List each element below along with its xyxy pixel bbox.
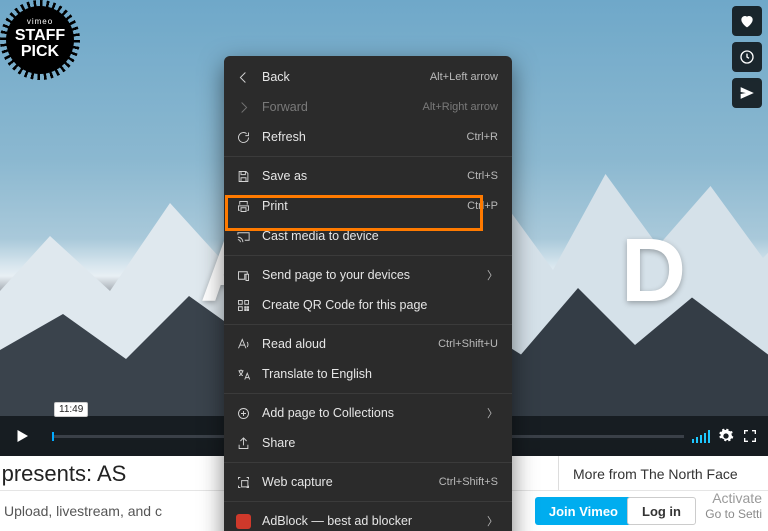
play-button[interactable] [0, 416, 44, 456]
menu-label: AdBlock — best ad blocker [262, 514, 487, 528]
join-vimeo-button[interactable]: Join Vimeo [535, 497, 632, 525]
menu-label: Add page to Collections [262, 406, 487, 420]
share-icon [236, 436, 251, 451]
read-aloud-icon [236, 337, 251, 352]
watch-later-button[interactable] [732, 42, 762, 72]
adblock-icon [236, 514, 251, 529]
menu-separator [224, 501, 512, 502]
video-title-text: ace presents: AS [0, 461, 126, 487]
menu-adblock[interactable]: AdBlock — best ad blocker 〉 [224, 506, 512, 531]
chevron-right-icon: 〉 [487, 513, 498, 529]
menu-shortcut: Ctrl+S [467, 170, 498, 182]
time-tooltip: 11:49 [54, 402, 88, 417]
play-icon [13, 427, 31, 445]
back-icon [236, 70, 251, 85]
badge-top-text: vimeo [15, 18, 65, 26]
menu-refresh[interactable]: Refresh Ctrl+R [224, 122, 512, 152]
menu-print[interactable]: Print Ctrl+P [224, 191, 512, 221]
chevron-right-icon: 〉 [487, 267, 498, 283]
menu-send-page[interactable]: Send page to your devices 〉 [224, 260, 512, 290]
badge-mid-text: STAFF [15, 28, 65, 44]
context-menu: Back Alt+Left arrow Forward Alt+Right ar… [224, 56, 512, 531]
login-button[interactable]: Log in [627, 497, 696, 525]
menu-label: Share [262, 436, 512, 450]
devices-icon [236, 268, 251, 283]
menu-label: Cast media to device [262, 229, 512, 243]
like-button[interactable] [732, 6, 762, 36]
heart-icon [739, 13, 755, 29]
more-from-panel[interactable]: More from The North Face [558, 456, 768, 491]
menu-shortcut: Ctrl+P [467, 200, 498, 212]
fullscreen-button[interactable] [742, 428, 758, 444]
chevron-right-icon: 〉 [487, 405, 498, 421]
qr-icon [236, 298, 251, 313]
menu-label: Save as [262, 169, 467, 183]
save-icon [236, 169, 251, 184]
cast-icon [236, 229, 251, 244]
menu-collections[interactable]: Add page to Collections 〉 [224, 398, 512, 428]
menu-label: Read aloud [262, 337, 438, 351]
menu-translate[interactable]: Translate to English [224, 359, 512, 389]
fullscreen-icon [742, 428, 758, 444]
menu-separator [224, 393, 512, 394]
overlay-text-right: D [621, 221, 694, 321]
menu-shortcut: Ctrl+Shift+U [438, 338, 498, 350]
gear-icon [718, 428, 734, 444]
menu-web-capture[interactable]: Web capture Ctrl+Shift+S [224, 467, 512, 497]
menu-share[interactable]: Share [224, 428, 512, 458]
menu-cast[interactable]: Cast media to device [224, 221, 512, 251]
menu-separator [224, 255, 512, 256]
menu-shortcut: Alt+Right arrow [422, 101, 498, 113]
menu-separator [224, 462, 512, 463]
menu-label: Web capture [262, 475, 439, 489]
menu-separator [224, 156, 512, 157]
staff-pick-badge: vimeo STAFF PICK [6, 6, 74, 74]
settings-button[interactable] [718, 428, 734, 444]
forward-icon [236, 100, 251, 115]
menu-label: Refresh [262, 130, 467, 144]
bottom-description: Upload, livestream, and c [0, 503, 162, 519]
screenshot-root: ASD vimeo STAFF PICK 11:49 ace presents:… [0, 0, 768, 531]
menu-shortcut: Ctrl+Shift+S [439, 476, 498, 488]
more-from-label: More from The North Face [573, 466, 738, 482]
menu-shortcut: Ctrl+R [467, 131, 498, 143]
menu-qr-code[interactable]: Create QR Code for this page [224, 290, 512, 320]
menu-label: Back [262, 70, 430, 84]
collections-icon [236, 406, 251, 421]
share-button[interactable] [732, 78, 762, 108]
menu-forward: Forward Alt+Right arrow [224, 92, 512, 122]
refresh-icon [236, 130, 251, 145]
volume-control[interactable] [692, 429, 710, 443]
menu-separator [224, 324, 512, 325]
print-icon [236, 199, 251, 214]
menu-read-aloud[interactable]: Read aloud Ctrl+Shift+U [224, 329, 512, 359]
menu-save-as[interactable]: Save as Ctrl+S [224, 161, 512, 191]
menu-label: Forward [262, 100, 422, 114]
player-right-controls [692, 428, 768, 444]
menu-label: Translate to English [262, 367, 512, 381]
menu-label: Send page to your devices [262, 268, 487, 282]
clock-icon [739, 49, 755, 65]
web-capture-icon [236, 475, 251, 490]
menu-label: Print [262, 199, 467, 213]
video-actions [732, 6, 762, 108]
send-icon [739, 85, 755, 101]
progress-knob[interactable] [52, 432, 54, 441]
menu-back[interactable]: Back Alt+Left arrow [224, 62, 512, 92]
badge-bot-text: PICK [15, 44, 65, 60]
translate-icon [236, 367, 251, 382]
menu-shortcut: Alt+Left arrow [430, 71, 498, 83]
badge-text: vimeo STAFF PICK [15, 18, 65, 62]
menu-label: Create QR Code for this page [262, 298, 512, 312]
